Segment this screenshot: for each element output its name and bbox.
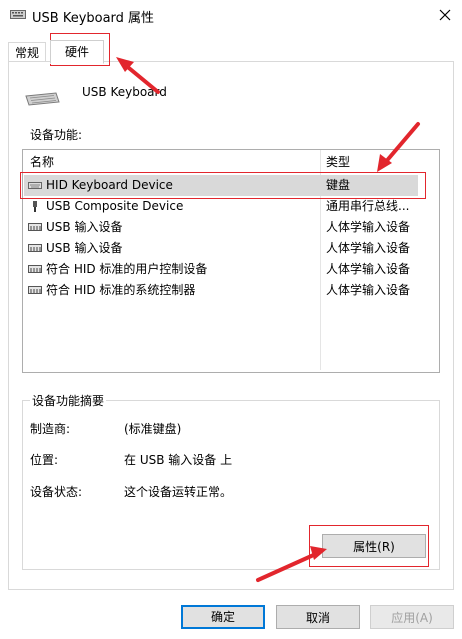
list-item[interactable]: USB 输入设备 人体学输入设备 (24, 217, 418, 238)
list-header (23, 150, 437, 170)
column-header-name[interactable]: 名称 (30, 153, 54, 170)
cancel-button[interactable]: 取消 (276, 605, 360, 629)
summary-title: 设备功能摘要 (30, 392, 107, 409)
hid-device-icon (28, 222, 42, 233)
hid-device-icon (28, 285, 42, 296)
device-name-cell: USB Composite Device (46, 199, 184, 213)
functions-label: 设备功能: (30, 128, 83, 142)
tab-general[interactable]: 常规 (8, 42, 46, 63)
annotation-box-row (20, 172, 426, 199)
close-button[interactable] (428, 0, 462, 30)
close-icon (439, 9, 451, 21)
ok-button[interactable]: 确定 (181, 605, 265, 629)
device-type-cell: 通用串行总线... (326, 199, 410, 213)
device-name-cell: USB 输入设备 (46, 220, 123, 234)
list-item[interactable]: USB Composite Device 通用串行总线... (24, 196, 418, 217)
keyboard-icon (10, 8, 26, 20)
usb-plug-icon (28, 201, 42, 212)
list-item[interactable]: 符合 HID 标准的系统控制器 人体学输入设备 (24, 280, 418, 301)
apply-button[interactable]: 应用(A) (370, 605, 454, 629)
device-type-cell: 人体学输入设备 (326, 283, 411, 297)
location-label: 位置: (30, 453, 59, 467)
status-label: 设备状态: (30, 485, 83, 499)
tab-hardware[interactable]: 硬件 (50, 40, 104, 64)
hid-device-icon (28, 264, 42, 275)
device-type-cell: 人体学输入设备 (326, 262, 411, 276)
annotation-box-properties (309, 525, 429, 567)
keyboard-icon (24, 92, 60, 106)
status-value: 这个设备运转正常。 (124, 485, 233, 499)
device-name-cell: USB 输入设备 (46, 241, 123, 255)
device-name-cell: 符合 HID 标准的用户控制设备 (46, 262, 208, 276)
list-item[interactable]: 符合 HID 标准的用户控制设备 人体学输入设备 (24, 259, 418, 280)
column-header-type[interactable]: 类型 (326, 153, 350, 170)
device-type-cell: 人体学输入设备 (326, 241, 411, 255)
device-name: USB Keyboard (82, 85, 167, 99)
window-title: USB Keyboard 属性 (32, 11, 155, 26)
location-value: 在 USB 输入设备 上 (124, 453, 233, 467)
manufacturer-value: (标准键盘) (124, 422, 182, 436)
list-item[interactable]: USB 输入设备 人体学输入设备 (24, 238, 418, 259)
manufacturer-label: 制造商: (30, 422, 71, 436)
hid-device-icon (28, 243, 42, 254)
device-name-cell: 符合 HID 标准的系统控制器 (46, 283, 196, 297)
device-type-cell: 人体学输入设备 (326, 220, 411, 234)
